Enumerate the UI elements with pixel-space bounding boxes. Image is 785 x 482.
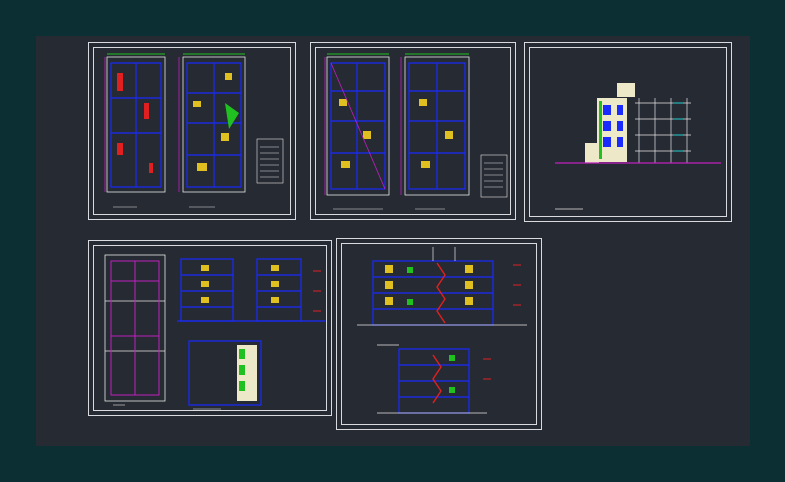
floor-plan-drawing — [104, 53, 284, 208]
model-space[interactable] — [36, 36, 750, 446]
drawing-sheet-2[interactable] — [310, 42, 516, 220]
floor-plan-drawing — [324, 53, 508, 210]
section-drawing — [357, 247, 527, 414]
drawing-sheet-1[interactable] — [88, 42, 296, 220]
plan-and-section-drawing — [104, 254, 325, 410]
drawing-sheet-3[interactable] — [524, 42, 732, 222]
drawing-sheet-5[interactable] — [336, 238, 542, 430]
drawing-sheet-4[interactable] — [88, 240, 332, 416]
elevation-drawing — [555, 83, 721, 210]
